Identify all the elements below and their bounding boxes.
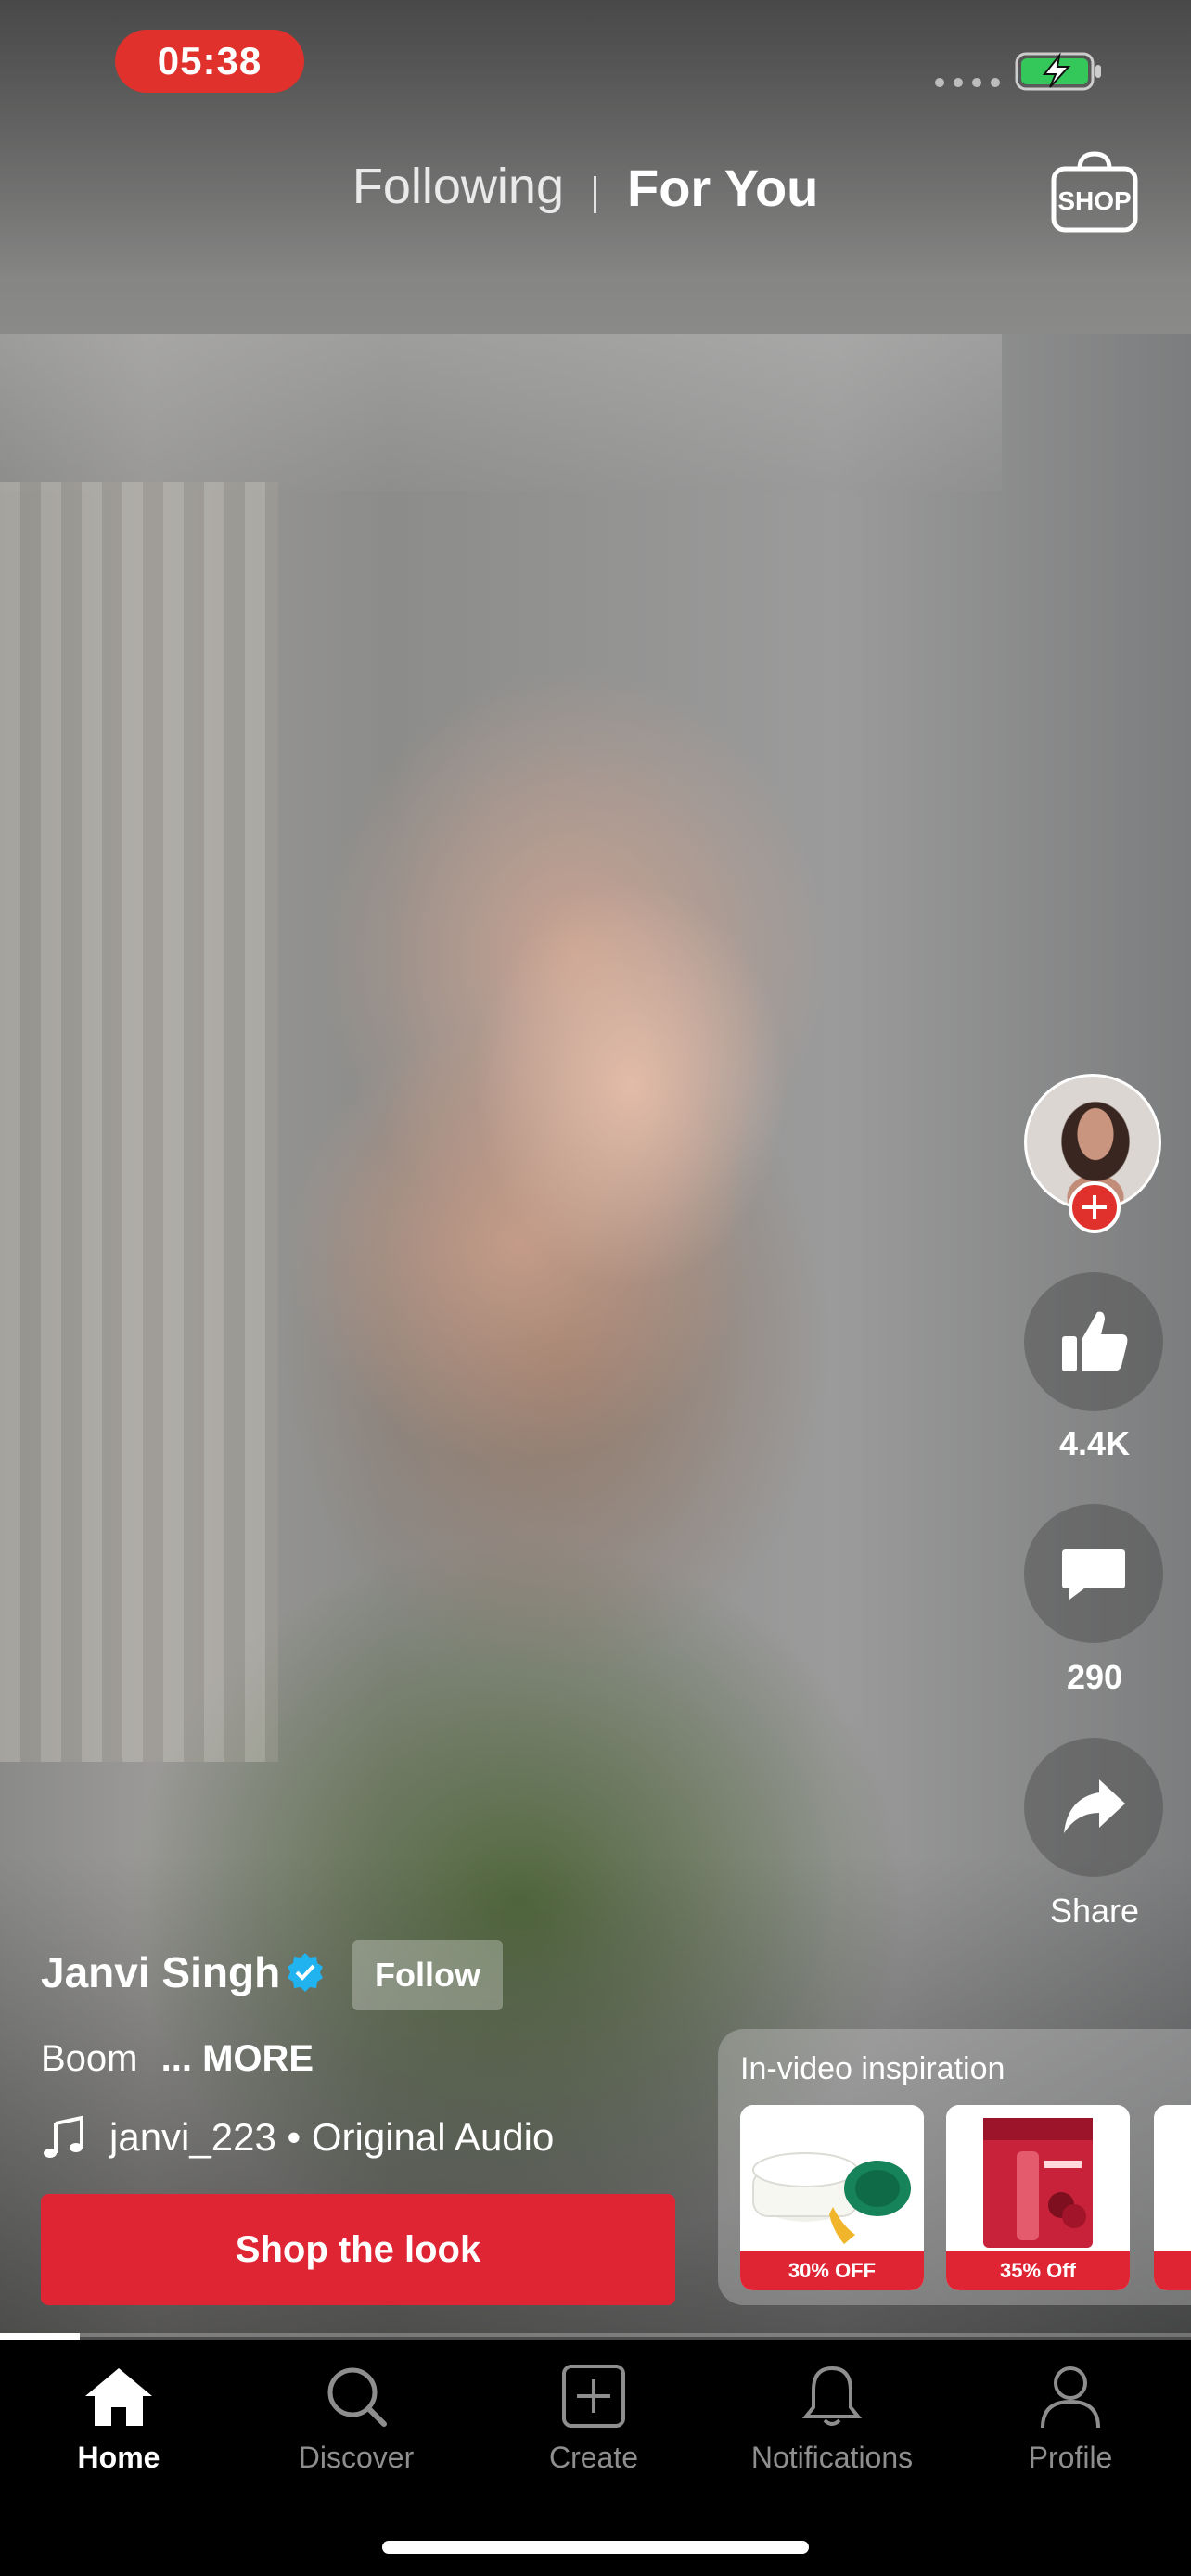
shop-the-look-button[interactable]: Shop the look xyxy=(41,2194,675,2305)
nav-notifications-label: Notifications xyxy=(750,2441,914,2474)
nav-create[interactable]: Create xyxy=(492,2365,696,2494)
product-image-cream xyxy=(740,2105,924,2253)
status-time: 05:38 xyxy=(115,30,304,93)
nav-profile[interactable]: Profile xyxy=(968,2365,1172,2494)
share-icon xyxy=(1064,1779,1125,1833)
inspiration-title: In-video inspiration xyxy=(740,2051,1005,2086)
music-note-icon xyxy=(44,2115,83,2158)
nav-notifications[interactable]: Notifications xyxy=(730,2365,934,2494)
video-feed-screen: 05:38 Following For You SHOP 4.4K 290 Sh… xyxy=(0,0,1191,2576)
create-plus-icon xyxy=(562,2365,625,2428)
product-discount-badge: 30% OFF xyxy=(740,2251,924,2290)
product-card[interactable]: 35% Off xyxy=(946,2105,1130,2290)
shop-bag-icon[interactable]: SHOP xyxy=(1048,148,1141,237)
video-progress-fill xyxy=(0,2333,81,2340)
share-label: Share xyxy=(1049,1892,1140,1930)
share-button[interactable] xyxy=(1024,1738,1163,1877)
verified-badge-icon xyxy=(288,1953,323,1992)
caption-more-link[interactable]: ... MORE xyxy=(161,2038,314,2079)
battery-charging-icon xyxy=(1015,52,1101,91)
in-video-inspiration-panel: In-video inspiration 30% OFF 35% Off xyxy=(718,2029,1191,2305)
nav-home[interactable]: Home xyxy=(17,2365,221,2494)
follow-plus-icon[interactable] xyxy=(1069,1181,1121,1233)
video-wall-panel xyxy=(0,334,1002,491)
tab-for-you[interactable]: For You xyxy=(627,158,818,218)
nav-create-label: Create xyxy=(548,2441,639,2474)
product-discount-badge-partial xyxy=(1154,2251,1191,2290)
comment-icon xyxy=(1062,1549,1125,1600)
post-caption: Boom ... MORE xyxy=(41,2038,314,2080)
caption-text: Boom xyxy=(41,2038,138,2079)
nav-home-label: Home xyxy=(77,2441,160,2474)
nav-discover[interactable]: Discover xyxy=(254,2365,458,2494)
audio-label: janvi_223 • Original Audio xyxy=(109,2115,555,2159)
home-indicator xyxy=(382,2541,809,2554)
product-card[interactable]: 30% OFF xyxy=(740,2105,924,2290)
video-progress-bar[interactable] xyxy=(0,2333,1191,2340)
follow-button[interactable]: Follow xyxy=(352,1940,503,2010)
like-count: 4.4K xyxy=(1058,1424,1131,1462)
product-card-partial[interactable] xyxy=(1154,2105,1191,2290)
nav-profile-label: Profile xyxy=(1028,2441,1113,2474)
comment-button[interactable] xyxy=(1024,1504,1163,1643)
creator-avatar-group[interactable] xyxy=(1024,1074,1165,1241)
tab-divider xyxy=(594,176,596,213)
video-curtain xyxy=(0,482,278,1762)
thumbs-up-icon xyxy=(1062,1311,1128,1371)
feed-tabs: Following For You xyxy=(0,158,1191,232)
comment-count: 290 xyxy=(1066,1658,1123,1696)
product-discount-badge: 35% Off xyxy=(946,2251,1130,2290)
product-image-lip-balm xyxy=(946,2105,1130,2253)
shop-label: SHOP xyxy=(1057,186,1131,215)
nav-discover-label: Discover xyxy=(298,2441,415,2474)
audio-row[interactable]: janvi_223 • Original Audio xyxy=(41,2114,554,2161)
like-button[interactable] xyxy=(1024,1272,1163,1411)
tab-following[interactable]: Following xyxy=(352,158,564,215)
creator-username[interactable]: Janvi Singh xyxy=(41,1947,280,1997)
search-icon xyxy=(327,2367,387,2427)
home-icon xyxy=(85,2368,152,2426)
bell-icon xyxy=(801,2366,863,2426)
signal-icon xyxy=(935,78,1000,87)
profile-icon xyxy=(1041,2366,1100,2429)
